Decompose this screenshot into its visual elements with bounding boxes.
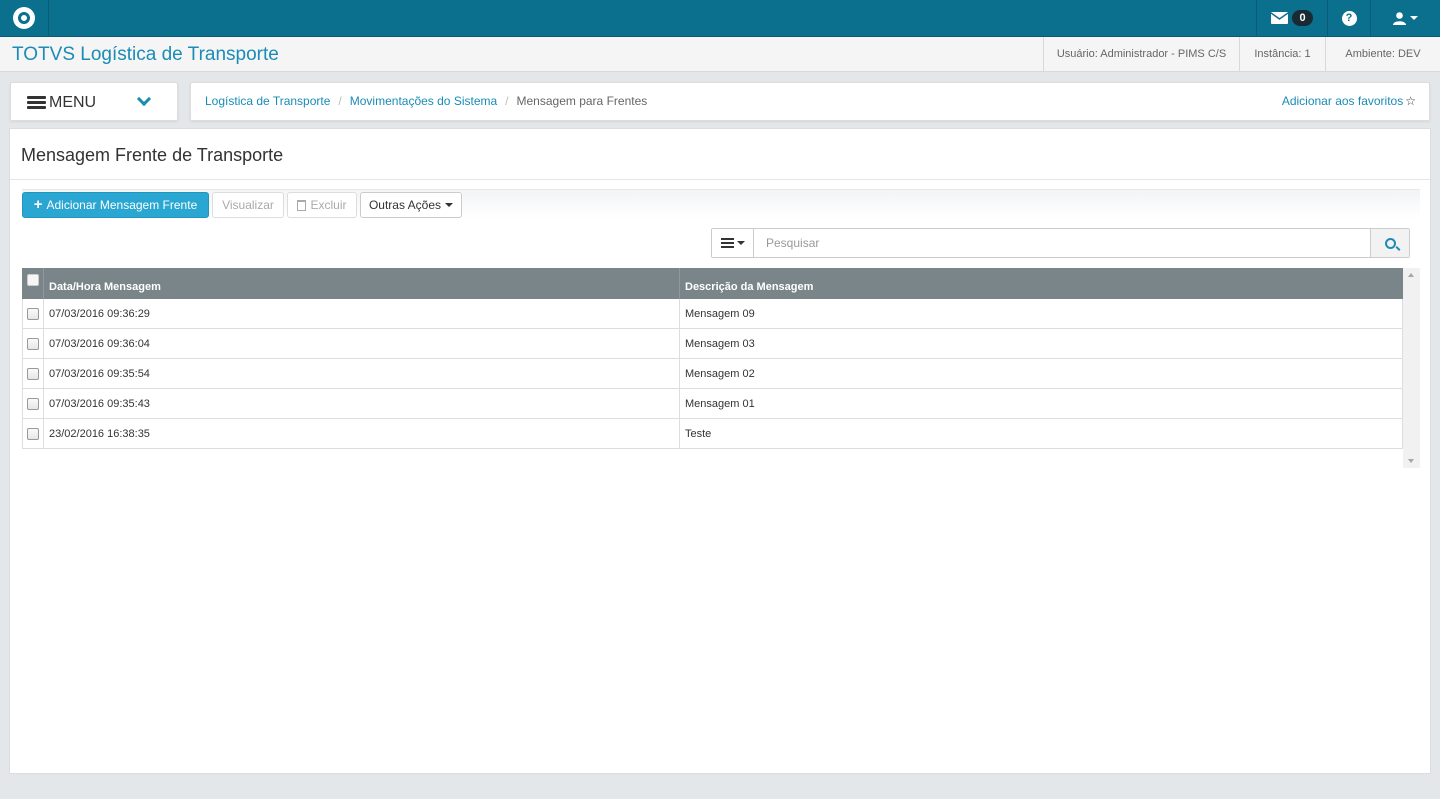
row-checkbox-cell <box>23 389 44 418</box>
cell-description: Mensagem 02 <box>685 367 755 380</box>
caret-down-icon <box>736 241 745 245</box>
main-panel: Mensagem Frente de Transporte + Adiciona… <box>9 128 1431 774</box>
row-checkbox[interactable] <box>27 337 39 350</box>
row-checkbox-cell <box>23 419 44 448</box>
totvs-logo-icon[interactable] <box>0 0 49 36</box>
environment-info: Ambiente: DEV <box>1325 37 1440 71</box>
column-header-datetime[interactable]: Data/Hora Mensagem <box>44 268 680 299</box>
caret-down-icon <box>445 203 454 207</box>
cell-description: Mensagem 09 <box>685 307 755 320</box>
delete-button[interactable]: Excluir <box>287 192 357 218</box>
add-message-button[interactable]: + Adicionar Mensagem Frente <box>22 192 209 218</box>
search-button[interactable] <box>1370 229 1409 257</box>
search-filter-button[interactable] <box>712 229 754 257</box>
search-input[interactable] <box>755 229 1371 257</box>
divider <box>10 179 1430 180</box>
list-icon <box>720 236 734 250</box>
row-checkbox-cell <box>23 359 44 388</box>
cell-description: Mensagem 03 <box>685 337 755 350</box>
top-navbar: 0 ? <box>0 0 1440 37</box>
row-checkbox[interactable] <box>27 427 39 440</box>
breadcrumb-current: Mensagem para Frentes <box>516 94 648 108</box>
chevron-down-icon <box>136 91 152 107</box>
row-checkbox-cell <box>23 329 44 358</box>
table-row[interactable]: 07/03/2016 09:36:04 Mensagem 03 <box>22 329 1403 359</box>
other-actions-dropdown[interactable]: Outras Ações <box>360 192 462 218</box>
app-header: TOTVS Logística de Transporte Usuário: A… <box>0 37 1440 72</box>
table-row[interactable]: 23/02/2016 16:38:35 Teste <box>22 419 1403 449</box>
top-right-actions: 0 ? <box>1256 0 1440 36</box>
session-info: Usuário: Administrador - PIMS C/S Instân… <box>1043 37 1440 71</box>
menu-button[interactable]: MENU <box>10 82 178 121</box>
select-all-checkbox[interactable] <box>26 273 39 286</box>
plus-icon: + <box>33 196 43 213</box>
row-checkbox[interactable] <box>27 307 39 320</box>
breadcrumb-separator: / <box>338 94 342 108</box>
breadcrumb-separator: / <box>505 94 509 108</box>
menu-label: MENU <box>49 94 97 111</box>
table-body: 07/03/2016 09:36:29 Mensagem 09 07/03/2016… <box>22 299 1403 449</box>
view-label: Visualizar <box>222 198 274 212</box>
cell-datetime: 07/03/2016 09:35:43 <box>44 389 680 418</box>
add-favorites-link[interactable]: Adicionar aos favoritos ☆ <box>1282 94 1416 108</box>
cell-datetime: 23/02/2016 16:38:35 <box>44 419 680 448</box>
trash-icon <box>297 199 307 211</box>
row-checkbox[interactable] <box>27 367 39 380</box>
user-info: Usuário: Administrador - PIMS C/S <box>1043 37 1239 71</box>
table-row[interactable]: 07/03/2016 09:35:54 Mensagem 02 <box>22 359 1403 389</box>
select-all-checkbox-cell <box>22 268 44 299</box>
breadcrumb-item-movimentacoes[interactable]: Movimentações do Sistema <box>350 94 497 108</box>
instance-info: Instância: 1 <box>1239 37 1325 71</box>
other-actions-label: Outras Ações <box>368 198 442 212</box>
envelope-icon <box>1271 12 1289 24</box>
table-row[interactable]: 07/03/2016 09:35:43 Mensagem 01 <box>22 389 1403 419</box>
delete-label: Excluir <box>310 198 347 212</box>
user-icon <box>1393 11 1406 25</box>
caret-down-icon <box>1410 16 1418 20</box>
table-scrollbar[interactable] <box>1403 268 1420 468</box>
messages-button[interactable]: 0 <box>1256 0 1327 36</box>
breadcrumb: Logística de Transporte / Movimentações … <box>190 82 1430 121</box>
question-circle-icon: ? <box>1341 10 1357 26</box>
column-header-description[interactable]: Descrição da Mensagem <box>680 268 1403 299</box>
cell-description: Teste <box>685 427 712 440</box>
star-icon: ☆ <box>1405 94 1416 108</box>
row-checkbox[interactable] <box>27 397 39 410</box>
cell-datetime: 07/03/2016 09:36:04 <box>44 329 680 358</box>
cell-datetime: 07/03/2016 09:35:54 <box>44 359 680 388</box>
row-checkbox-cell <box>23 299 44 328</box>
page-title: Mensagem Frente de Transporte <box>21 145 284 165</box>
action-toolbar: + Adicionar Mensagem Frente Visualizar E… <box>22 189 1420 219</box>
scroll-up-icon[interactable] <box>1408 273 1414 277</box>
messages-table: Data/Hora Mensagem Descrição da Mensagem… <box>22 268 1403 449</box>
scroll-down-icon[interactable] <box>1408 459 1414 463</box>
app-title: TOTVS Logística de Transporte <box>12 44 279 65</box>
cell-description: Mensagem 01 <box>685 397 755 410</box>
view-button[interactable]: Visualizar <box>212 192 284 218</box>
add-message-label: Adicionar Mensagem Frente <box>46 198 198 212</box>
hamburger-icon <box>27 96 46 110</box>
search-icon <box>1384 237 1396 249</box>
add-favorites-label: Adicionar aos favoritos <box>1281 94 1404 108</box>
user-menu-button[interactable] <box>1370 0 1440 36</box>
breadcrumb-item-logistica[interactable]: Logística de Transporte <box>205 94 330 108</box>
help-button[interactable]: ? <box>1327 0 1370 36</box>
cell-datetime: 07/03/2016 09:36:29 <box>44 299 680 328</box>
messages-count-badge: 0 <box>1292 10 1313 26</box>
table-header: Data/Hora Mensagem Descrição da Mensagem <box>22 268 1403 299</box>
search-bar <box>711 228 1410 258</box>
table-row[interactable]: 07/03/2016 09:36:29 Mensagem 09 <box>22 299 1403 329</box>
